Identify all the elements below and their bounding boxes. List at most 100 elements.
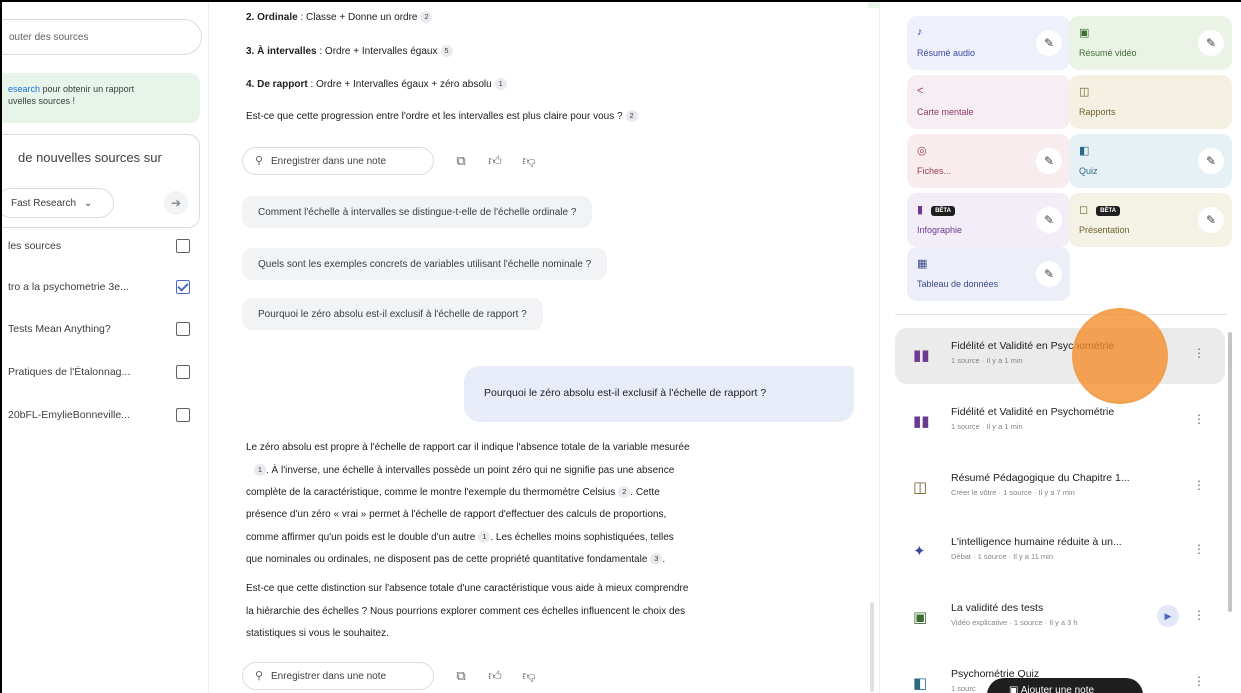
citation-chip[interactable]: 2 bbox=[420, 11, 433, 23]
note-meta: 1 source · Il y a 1 min bbox=[951, 356, 1023, 365]
source-item-label: 20bFL-EmylieBonneville... bbox=[8, 409, 130, 421]
note-title: Résumé Pédagogique du Chapitre 1... bbox=[951, 472, 1130, 484]
discover-sources-title: de nouvelles sources sur bbox=[18, 150, 162, 165]
tile-label: Infographie bbox=[917, 225, 963, 235]
answer-line: que nominales ou ordinales, ne disposent… bbox=[246, 553, 666, 565]
note-title: Fidélité et Validité en Psychométrie bbox=[951, 406, 1115, 418]
suggested-question[interactable]: Pourquoi le zéro absolu est-il exclusif … bbox=[242, 298, 543, 330]
infographic-icon: ▮ BÊTA bbox=[917, 203, 955, 216]
studio-note-item[interactable]: ✦ L'intelligence humaine réduite à un...… bbox=[895, 524, 1225, 580]
thumbs-up-icon[interactable]: 👍︎ bbox=[486, 152, 504, 170]
arrow-right-icon[interactable]: ➔ bbox=[164, 191, 188, 215]
research-note-text-2: uvelles sources ! bbox=[8, 96, 76, 106]
select-all-sources-row[interactable]: les sources bbox=[8, 237, 198, 257]
infographic-icon: ▮▮ bbox=[913, 413, 930, 430]
studio-tile-quiz[interactable]: ◧ Quiz ✎ bbox=[1069, 134, 1232, 188]
citation-chip[interactable]: 2 bbox=[618, 486, 631, 498]
studio-note-item[interactable]: ◫ Résumé Pédagogique du Chapitre 1... Cr… bbox=[895, 460, 1225, 516]
source-item-label: Pratiques de l'Étalonnag... bbox=[8, 366, 131, 378]
citation-chip[interactable]: 1 bbox=[254, 464, 266, 476]
answer-line: présence d'un zéro « vrai » permet à l'é… bbox=[246, 509, 667, 520]
copy-icon[interactable]: ⧉ bbox=[452, 152, 470, 170]
source-checkbox[interactable] bbox=[176, 365, 190, 379]
more-vert-icon[interactable]: ⋮ bbox=[1193, 478, 1205, 492]
thumbs-down-icon[interactable]: 👎︎ bbox=[520, 152, 538, 170]
more-vert-icon[interactable]: ⋮ bbox=[1193, 412, 1205, 426]
suggested-question[interactable]: Quels sont les exemples concrets de vari… bbox=[242, 248, 608, 280]
play-icon[interactable]: ▶ bbox=[1157, 605, 1179, 627]
pencil-icon[interactable]: ✎ bbox=[1198, 30, 1224, 56]
pencil-icon[interactable]: ✎ bbox=[1036, 148, 1062, 174]
pencil-icon[interactable]: ✎ bbox=[1198, 207, 1224, 233]
pin-icon: ⚲ bbox=[255, 155, 264, 167]
citation-chip[interactable]: 1 bbox=[478, 531, 491, 543]
mind-map-icon: < bbox=[917, 85, 924, 97]
source-checkbox[interactable] bbox=[176, 408, 190, 422]
source-item[interactable]: Tests Mean Anything? bbox=[8, 320, 198, 340]
suggested-question[interactable]: Comment l'échelle à intervalles se disti… bbox=[242, 196, 593, 228]
studio-tile-presentation[interactable]: ◻ BÊTA Présentation ✎ bbox=[1069, 193, 1232, 247]
studio-tile-infographic[interactable]: ▮ BÊTA Infographie ✎ bbox=[907, 193, 1070, 247]
studio-tile-flashcards[interactable]: ◎ Fiches... ✎ bbox=[907, 134, 1070, 188]
report-icon: ◫ bbox=[1079, 86, 1090, 98]
click-highlight-marker bbox=[1072, 308, 1168, 404]
save-to-note-button[interactable]: ⚲ Enregistrer dans une note bbox=[242, 662, 434, 690]
studio-scrollbar[interactable] bbox=[1228, 332, 1232, 612]
source-checkbox[interactable] bbox=[176, 322, 190, 336]
citation-chip[interactable]: 3 bbox=[650, 553, 663, 565]
thumbs-up-icon[interactable]: 👍︎ bbox=[486, 667, 504, 685]
citation-chip[interactable]: 2 bbox=[625, 110, 638, 122]
answer-line: complète de la caractéristique, comme le… bbox=[246, 486, 660, 498]
more-vert-icon[interactable]: ⋮ bbox=[1193, 674, 1205, 688]
citation-chip[interactable]: 1 bbox=[494, 78, 507, 90]
save-to-note-button[interactable]: ⚲ Enregistrer dans une note bbox=[242, 147, 434, 175]
source-checkbox[interactable] bbox=[176, 280, 190, 294]
note-meta: Vidéo explicative · 1 source · Il y a 3 … bbox=[951, 618, 1078, 627]
source-item[interactable]: 20bFL-EmylieBonneville... bbox=[8, 406, 198, 426]
pencil-icon[interactable]: ✎ bbox=[1036, 30, 1062, 56]
fast-research-dropdown[interactable]: Fast Research ⌄ bbox=[2, 188, 114, 218]
answer-line: Est-ce que cette progression entre l'ord… bbox=[246, 110, 638, 122]
pencil-icon[interactable]: ✎ bbox=[1036, 207, 1062, 233]
note-meta: 1 source · Il y a 1 min bbox=[951, 422, 1023, 431]
select-all-checkbox[interactable] bbox=[176, 239, 190, 253]
deep-research-link[interactable]: esearch bbox=[8, 84, 40, 94]
studio-tile-audio-overview[interactable]: ♪ Résumé audio ✎ bbox=[907, 16, 1070, 70]
add-note-button[interactable]: ▣ Ajouter une note bbox=[987, 678, 1143, 693]
tile-label: Carte mentale bbox=[917, 107, 974, 117]
thumbs-down-icon[interactable]: 👎︎ bbox=[520, 667, 538, 685]
sources-panel: outer des sources esearch pour obtenir u… bbox=[2, 2, 208, 693]
more-vert-icon[interactable]: ⋮ bbox=[1193, 346, 1205, 360]
note-title: La validité des tests bbox=[951, 602, 1044, 614]
studio-tile-reports[interactable]: ◫ Rapports bbox=[1069, 75, 1232, 129]
studio-note-item[interactable]: ▮▮ Fidélité et Validité en Psychométrie … bbox=[895, 328, 1225, 384]
tile-label: Quiz bbox=[1079, 166, 1098, 176]
copy-icon[interactable]: ⧉ bbox=[452, 667, 470, 685]
note-title: L'intelligence humaine réduite à un... bbox=[951, 536, 1122, 548]
studio-tile-video-overview[interactable]: ▣ Résumé vidéo ✎ bbox=[1069, 16, 1232, 70]
pencil-icon[interactable]: ✎ bbox=[1036, 261, 1062, 287]
more-vert-icon[interactable]: ⋮ bbox=[1193, 608, 1205, 622]
studio-note-item[interactable]: ▮▮ Fidélité et Validité en Psychométrie … bbox=[895, 394, 1225, 450]
note-meta: 1 sourc bbox=[951, 684, 976, 693]
research-note-text-1: pour obtenir un rapport bbox=[40, 84, 135, 94]
note-meta: Créer le vôtre · 1 source · Il y a 7 min bbox=[951, 488, 1075, 497]
quiz-icon: ◧ bbox=[1079, 145, 1090, 157]
answer-line: 1. À l'inverse, une échelle à intervalle… bbox=[246, 464, 674, 476]
fast-research-label: Fast Research bbox=[11, 198, 77, 209]
chat-scrollbar[interactable] bbox=[870, 602, 874, 692]
source-item[interactable]: Pratiques de l'Étalonnag... bbox=[8, 363, 198, 383]
add-sources-input[interactable]: outer des sources bbox=[2, 19, 202, 55]
user-message-bubble: Pourquoi le zéro absolu est-il exclusif … bbox=[464, 366, 854, 422]
answer-line: comme affirmer qu'un poids est le double… bbox=[246, 531, 674, 543]
studio-tile-mind-map[interactable]: < Carte mentale bbox=[907, 75, 1070, 129]
studio-note-item[interactable]: ▣ La validité des tests Vidéo explicativ… bbox=[895, 590, 1225, 646]
citation-chip[interactable]: 5 bbox=[440, 45, 453, 57]
source-item[interactable]: tro a la psychometrie 3e... bbox=[8, 278, 198, 298]
studio-divider bbox=[895, 314, 1227, 315]
pencil-icon[interactable]: ✎ bbox=[1198, 148, 1224, 174]
studio-tile-data-table[interactable]: ▦ Tableau de données ✎ bbox=[907, 247, 1070, 301]
beta-badge: BÊTA bbox=[1096, 206, 1121, 216]
note-add-icon: ▣ bbox=[1009, 685, 1021, 693]
more-vert-icon[interactable]: ⋮ bbox=[1193, 542, 1205, 556]
